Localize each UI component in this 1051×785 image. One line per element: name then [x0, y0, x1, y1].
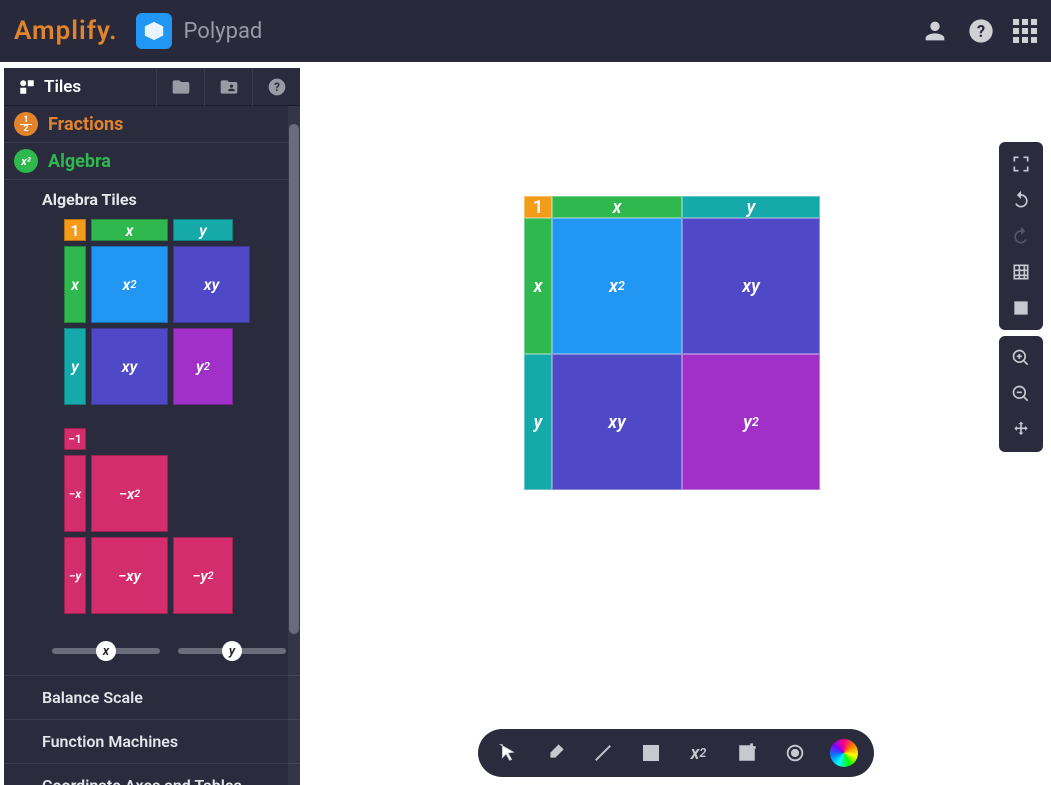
- zoom-out-button[interactable]: [1003, 376, 1039, 412]
- category-fractions[interactable]: 12 Fractions: [4, 106, 300, 143]
- algebra-icon: x²: [14, 149, 38, 173]
- canvas-tile-x-squared[interactable]: x2: [552, 218, 682, 354]
- tile-xy-2[interactable]: xy: [91, 328, 168, 405]
- canvas-tile-y-vertical[interactable]: y: [524, 354, 552, 490]
- color-picker[interactable]: [830, 739, 858, 767]
- text-tool[interactable]: T: [638, 740, 664, 766]
- subsection-algebra-tiles: Algebra Tiles: [4, 180, 300, 219]
- help-icon[interactable]: ?: [967, 17, 995, 45]
- app-header: Amplify. Polypad ?: [0, 0, 1051, 62]
- slider-x[interactable]: x: [52, 641, 160, 661]
- sidebar-body: 12 Fractions x² Algebra Algebra Tiles 1 …: [4, 106, 300, 785]
- tile-neg-1[interactable]: −1: [64, 428, 86, 450]
- svg-text:?: ?: [274, 80, 280, 94]
- add-image-tool[interactable]: [734, 740, 760, 766]
- eyedropper-tool[interactable]: [542, 740, 568, 766]
- brand-logo: Amplify.: [14, 16, 118, 46]
- sidebar: Tiles ? 12 Fractions x² Algebra Algebra …: [4, 68, 300, 785]
- bottom-toolbar: T x2: [478, 729, 874, 777]
- canvas-tile-xy-2[interactable]: xy: [552, 354, 682, 490]
- canvas-tile-y-squared[interactable]: y2: [682, 354, 820, 490]
- equation-tool[interactable]: x2: [686, 740, 712, 766]
- tiles-tab[interactable]: Tiles: [4, 68, 95, 105]
- image-button[interactable]: [1003, 290, 1039, 326]
- category-algebra[interactable]: x² Algebra: [4, 143, 300, 180]
- line-tool[interactable]: [590, 740, 616, 766]
- tile-y[interactable]: y: [173, 219, 233, 241]
- tile-y-vertical[interactable]: y: [64, 328, 86, 405]
- svg-text:?: ?: [977, 22, 985, 41]
- canvas-tile-x-vertical[interactable]: x: [524, 218, 552, 354]
- fullscreen-button[interactable]: [1003, 146, 1039, 182]
- zoom-in-button[interactable]: [1003, 340, 1039, 376]
- sidebar-scrollbar[interactable]: [288, 106, 300, 785]
- submenu-function-machines[interactable]: Function Machines: [4, 719, 300, 763]
- canvas[interactable]: 1 x y x x2 xy y xy y2: [302, 68, 1049, 785]
- right-toolbar: [999, 142, 1043, 452]
- algebra-tiles-palette: 1 x y x x2 xy y xy y2 −1 −x −x2: [4, 219, 300, 627]
- canvas-tile-arrangement: 1 x y x x2 xy y xy y2: [524, 196, 820, 490]
- folder-shared-icon[interactable]: [204, 68, 252, 106]
- slider-y[interactable]: y: [178, 641, 286, 661]
- sidebar-header: Tiles ?: [4, 68, 300, 106]
- move-button[interactable]: [1003, 412, 1039, 448]
- tile-neg-x-vertical[interactable]: −x: [64, 455, 86, 532]
- app-title: Polypad: [184, 19, 263, 44]
- polypad-cube-icon[interactable]: [136, 13, 172, 49]
- canvas-tile-1[interactable]: 1: [524, 196, 552, 218]
- folder-icon[interactable]: [156, 68, 204, 106]
- tile-neg-x-squared[interactable]: −x2: [91, 455, 168, 532]
- redo-button[interactable]: [1003, 218, 1039, 254]
- submenu-coordinate-axes[interactable]: Coordinate Axes and Tables: [4, 763, 300, 785]
- tile-neg-y-vertical[interactable]: −y: [64, 537, 86, 614]
- submenu-balance-scale[interactable]: Balance Scale: [4, 675, 300, 719]
- tile-xy[interactable]: xy: [173, 246, 250, 323]
- canvas-tile-y[interactable]: y: [682, 196, 820, 218]
- tile-x-squared[interactable]: x2: [91, 246, 168, 323]
- shape-tool[interactable]: [782, 740, 808, 766]
- grid-button[interactable]: [1003, 254, 1039, 290]
- canvas-tile-xy[interactable]: xy: [682, 218, 820, 354]
- svg-text:T: T: [647, 748, 654, 761]
- tile-neg-xy[interactable]: −xy: [91, 537, 168, 614]
- pointer-tool[interactable]: [494, 740, 520, 766]
- user-icon[interactable]: [921, 17, 949, 45]
- help-sidebar-icon[interactable]: ?: [252, 68, 300, 106]
- canvas-tile-x[interactable]: x: [552, 196, 682, 218]
- tile-x[interactable]: x: [91, 219, 168, 241]
- tile-neg-y-squared[interactable]: −y2: [173, 537, 233, 614]
- tile-y-squared[interactable]: y2: [173, 328, 233, 405]
- undo-button[interactable]: [1003, 182, 1039, 218]
- tile-x-vertical[interactable]: x: [64, 246, 86, 323]
- tile-1[interactable]: 1: [64, 219, 86, 241]
- apps-menu-icon[interactable]: [1013, 19, 1037, 43]
- fractions-icon: 12: [14, 112, 38, 136]
